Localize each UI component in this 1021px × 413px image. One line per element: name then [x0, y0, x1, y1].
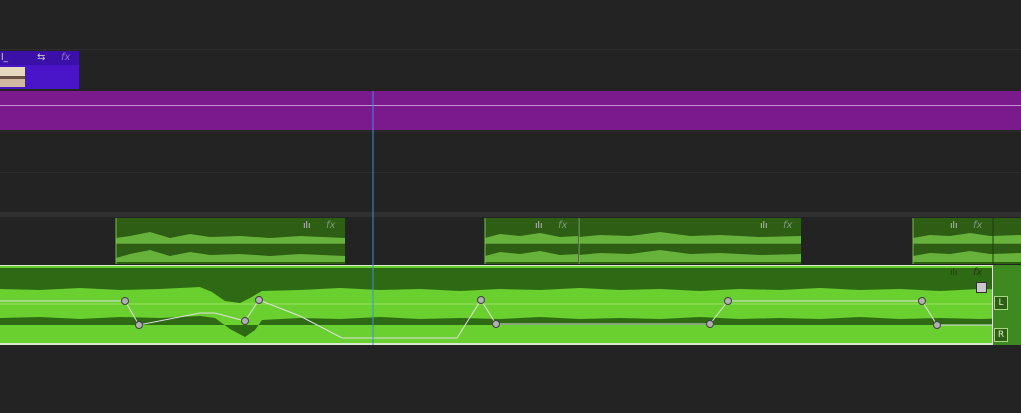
clip-fx-label: fx — [973, 220, 983, 231]
waveform-icon: ılı — [950, 268, 958, 278]
waveform-icon: ılı — [950, 221, 958, 231]
audio-clip-upper[interactable] — [578, 218, 801, 264]
waveform-icon: ılı — [760, 221, 768, 231]
main-clip-fx-label: fx — [973, 267, 983, 278]
audio-waveforms — [0, 91, 1021, 345]
right-channel-label: R — [994, 328, 1008, 342]
clip-fx-label: fx — [783, 220, 793, 231]
waveform-icon: ılı — [535, 221, 543, 231]
audio-clip-selected[interactable] — [0, 265, 1021, 345]
left-channel-label: L — [994, 296, 1008, 310]
waveform-icon: ılı — [303, 221, 311, 231]
clip-fx-label: fx — [558, 220, 568, 231]
audio-clip-upper[interactable] — [912, 218, 1021, 264]
clip-fx-label: fx — [326, 220, 336, 231]
keyframe-toggle-icon[interactable] — [976, 282, 987, 293]
audio-clip-upper[interactable] — [115, 218, 345, 264]
